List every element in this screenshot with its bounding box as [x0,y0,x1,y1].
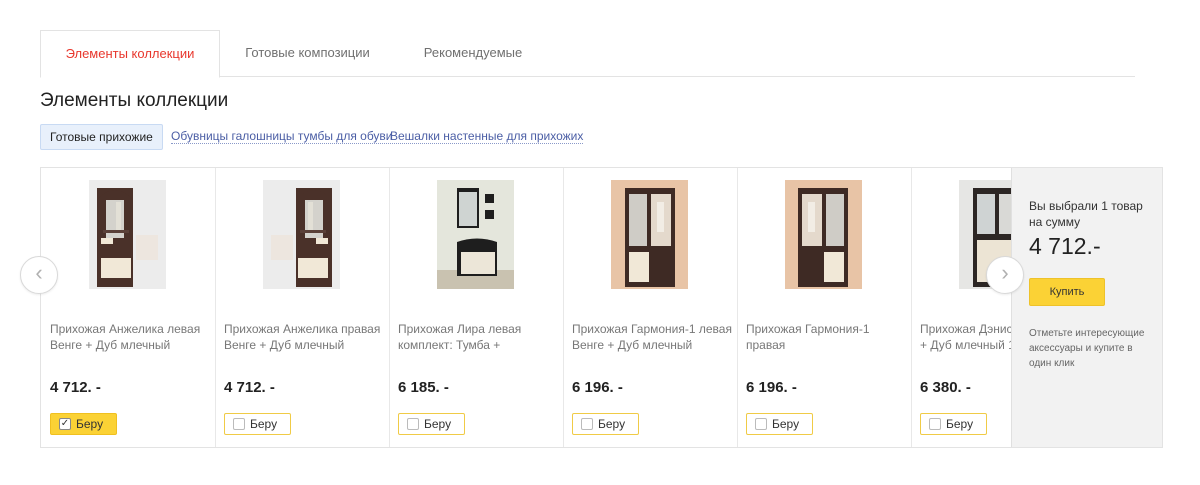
selection-summary-panel: Вы выбрали 1 товар на сумму 4 712.- Купи… [1011,168,1162,447]
take-label: Беру [946,417,974,431]
checkbox-icon [755,418,767,430]
selected-count-text: Вы выбрали 1 товар на сумму [1029,199,1143,229]
chevron-left-icon[interactable]: ‹ [20,256,58,294]
take-label: Беру [772,417,800,431]
product-name[interactable]: Прихожая Анжелика левая Венге + Дуб млеч… [50,321,210,355]
selected-total-price: 4 712.- [1029,233,1101,259]
product-image[interactable] [437,180,514,289]
product-name[interactable]: Прихожая Гармония-1 левая Венге + Дуб мл… [572,321,732,355]
take-label: Беру [76,417,104,431]
summary-note: Отметьте интересующие аксессуары и купит… [1029,328,1145,369]
product-price: 6 185. - [398,379,449,396]
take-checkbox-button[interactable]: Беру [224,413,291,435]
product-image[interactable] [785,180,862,289]
product-card[interactable]: Прихожая Анжелика правая Венге + Дуб мле… [215,168,390,447]
product-carousel: Прихожая Анжелика левая Венге + Дуб млеч… [40,167,1163,448]
subnav-ready-hallways[interactable]: Готовые прихожие [40,124,163,150]
checkmark-icon: ✓ [59,418,71,430]
product-price: 6 196. - [572,379,623,396]
product-card[interactable]: Прихожая Гармония-1 правая Венге + Дуб м… [737,168,912,447]
product-name[interactable]: Прихожая Анжелика правая Венге + Дуб мле… [224,321,384,355]
checkbox-icon [407,418,419,430]
product-name[interactable]: Прихожая Лира левая комплект: Тумба + ве… [398,321,558,355]
product-price: 4 712. - [50,379,101,396]
product-image[interactable] [89,180,166,289]
product-card[interactable]: Прихожая Анжелика левая Венге + Дуб млеч… [41,168,216,447]
tab-collection-elements[interactable]: Элементы коллекции [40,30,220,78]
product-image[interactable] [611,180,688,289]
take-checkbox-button[interactable]: ✓ Беру [50,413,117,435]
tabs-bar: Элементы коллекции Готовые композиции Ре… [40,30,1135,78]
product-card[interactable]: Прихожая Гармония-1 левая Венге + Дуб мл… [563,168,738,447]
take-checkbox-button[interactable]: Беру [572,413,639,435]
checkbox-icon [581,418,593,430]
subnav-shoe-cabinets[interactable]: Обувницы галошницы тумбы для обуви [171,124,393,144]
take-label: Беру [598,417,626,431]
checkbox-icon [929,418,941,430]
tab-ready-compositions[interactable]: Готовые композиции [230,30,385,76]
take-checkbox-button[interactable]: Беру [920,413,987,435]
take-checkbox-button[interactable]: Беру [398,413,465,435]
take-label: Беру [250,417,278,431]
product-image[interactable] [263,180,340,289]
product-name[interactable]: Прихожая Гармония-1 правая Венге + Дуб м… [746,321,906,355]
take-checkbox-button[interactable]: Беру [746,413,813,435]
product-price: 4 712. - [224,379,275,396]
chevron-right-icon[interactable]: › [986,256,1024,294]
product-card[interactable]: Прихожая Лира левая комплект: Тумба + ве… [389,168,564,447]
page-title: Элементы коллекции [40,90,229,111]
subnav-wall-hangers[interactable]: Вешалки настенные для прихожих [390,124,584,144]
tab-recommended[interactable]: Рекомендуемые [408,30,538,76]
product-price: 6 196. - [746,379,797,396]
checkbox-icon [233,418,245,430]
take-label: Беру [424,417,452,431]
product-price: 6 380. - [920,379,971,396]
buy-button[interactable]: Купить [1029,278,1105,306]
